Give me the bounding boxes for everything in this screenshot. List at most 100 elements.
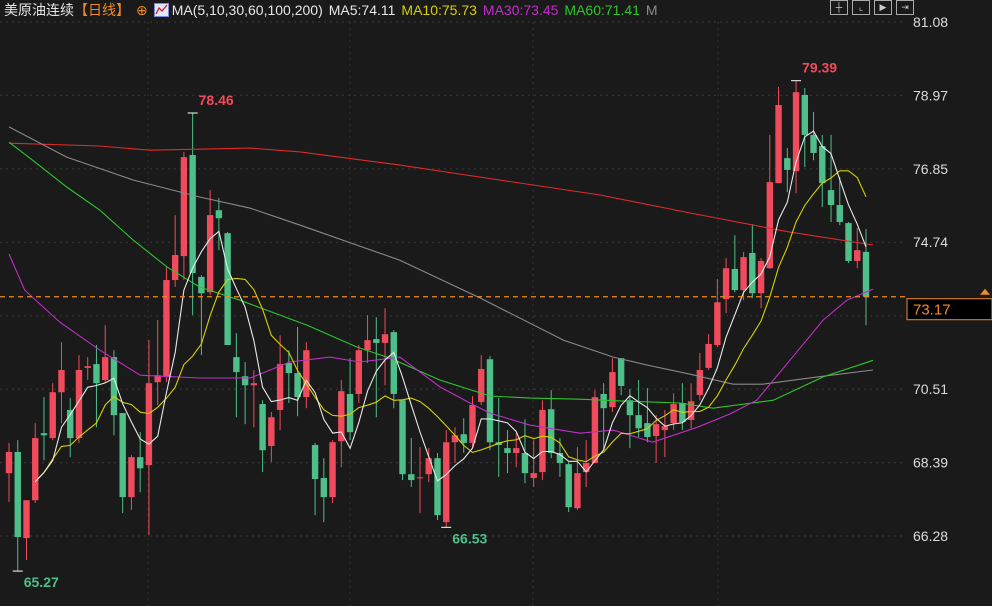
candle-body (294, 373, 301, 398)
candle-body (521, 452, 529, 474)
candle-body (276, 364, 284, 410)
candle-body (329, 442, 336, 498)
candle (14, 440, 21, 572)
candle-body (652, 424, 660, 436)
candlestick-chart[interactable]: 81.08 78.97 76.85 74.74 70.51 68.39 66.28 78.46… (0, 0, 992, 606)
candle-body (355, 350, 362, 394)
candle-body (303, 350, 310, 398)
candle (801, 87, 808, 168)
candle (311, 442, 319, 516)
candle-body (705, 343, 712, 368)
candle (504, 430, 511, 474)
candle-body (582, 463, 590, 473)
candle (136, 432, 144, 493)
candle-body (136, 457, 144, 469)
candle-body (49, 392, 56, 439)
candle-body (617, 358, 625, 386)
candle-body (539, 409, 546, 473)
candle-body (609, 372, 616, 408)
candle (609, 358, 616, 413)
candle-body (250, 383, 258, 386)
candle-body (58, 369, 65, 393)
candle (110, 350, 118, 436)
price-extreme-label: 65.27 (24, 574, 59, 590)
candle (784, 148, 791, 193)
candle-body (810, 134, 817, 153)
candle-body (836, 205, 843, 223)
candle (40, 397, 48, 461)
candle-body (644, 423, 651, 438)
candle (381, 308, 389, 386)
zoom-range-icon[interactable]: ⌞ (852, 0, 870, 15)
candle (84, 357, 91, 381)
ma30-value: MA30:73.45 (482, 2, 559, 18)
candle-body (233, 357, 240, 373)
candle-body (320, 478, 328, 498)
candle-body (408, 474, 415, 481)
candle (836, 176, 843, 226)
candle-body (224, 233, 231, 345)
candle-body (171, 255, 179, 281)
candle-body (574, 473, 581, 509)
candle-body (469, 405, 476, 443)
candle (582, 440, 590, 488)
y-tick-label: 74.74 (913, 234, 948, 250)
price-extreme-label: 79.39 (802, 60, 837, 76)
candle-body (792, 92, 800, 171)
candle (591, 390, 599, 464)
candle-body (23, 500, 30, 539)
symbol-name[interactable]: 美原油连续 (4, 0, 74, 20)
candle (486, 356, 494, 451)
candle (58, 342, 65, 424)
candle (67, 398, 74, 458)
candle-body (547, 409, 555, 453)
candle-body (600, 393, 607, 409)
indicator-chart-icon[interactable] (153, 3, 169, 17)
candle (845, 222, 852, 264)
scroll-up-arrow-icon[interactable] (980, 288, 990, 295)
play-icon[interactable]: ▶ (874, 0, 892, 15)
y-tick-label: 68.39 (913, 455, 948, 471)
candle (775, 86, 782, 184)
candle-body (486, 359, 494, 443)
period-label[interactable]: 【日线】 (74, 0, 130, 20)
candle-body (513, 448, 520, 453)
candle (128, 455, 135, 510)
y-tick-label: 70.51 (913, 381, 948, 397)
candle-body (722, 268, 730, 300)
candle-body (14, 451, 21, 538)
ma-settings-label[interactable]: MA(5,10,30,60,100,200) (172, 2, 323, 18)
crosshair-icon[interactable]: ┼ (830, 0, 848, 15)
candle (101, 325, 109, 384)
candle-body (84, 366, 91, 368)
candle-body (5, 451, 13, 474)
candle-body (198, 276, 205, 294)
candle-body (364, 340, 371, 351)
candle-body (460, 434, 467, 443)
candle (224, 232, 231, 345)
price-extreme-label: 66.53 (452, 530, 487, 546)
candle-body (635, 415, 642, 429)
candle-body (259, 404, 266, 451)
candle-body (670, 404, 677, 424)
candle-body (206, 215, 214, 293)
candle (5, 442, 13, 502)
more-ma-value: M (645, 2, 658, 18)
candle (792, 80, 800, 194)
candle (320, 458, 328, 523)
candle-body (40, 433, 48, 436)
candle (145, 340, 153, 536)
y-tick-label: 76.85 (913, 161, 948, 177)
candle-body (268, 417, 275, 447)
candle-body (285, 363, 293, 374)
candle (547, 390, 555, 459)
candle (687, 383, 695, 429)
candle (32, 423, 39, 504)
candle-body (731, 268, 739, 291)
candle (259, 400, 266, 473)
exit-icon[interactable]: ⇥ (896, 0, 914, 15)
candle (49, 383, 56, 441)
candle (434, 452, 441, 521)
candle (276, 335, 284, 431)
add-indicator-icon[interactable]: ⊕ (136, 2, 148, 19)
